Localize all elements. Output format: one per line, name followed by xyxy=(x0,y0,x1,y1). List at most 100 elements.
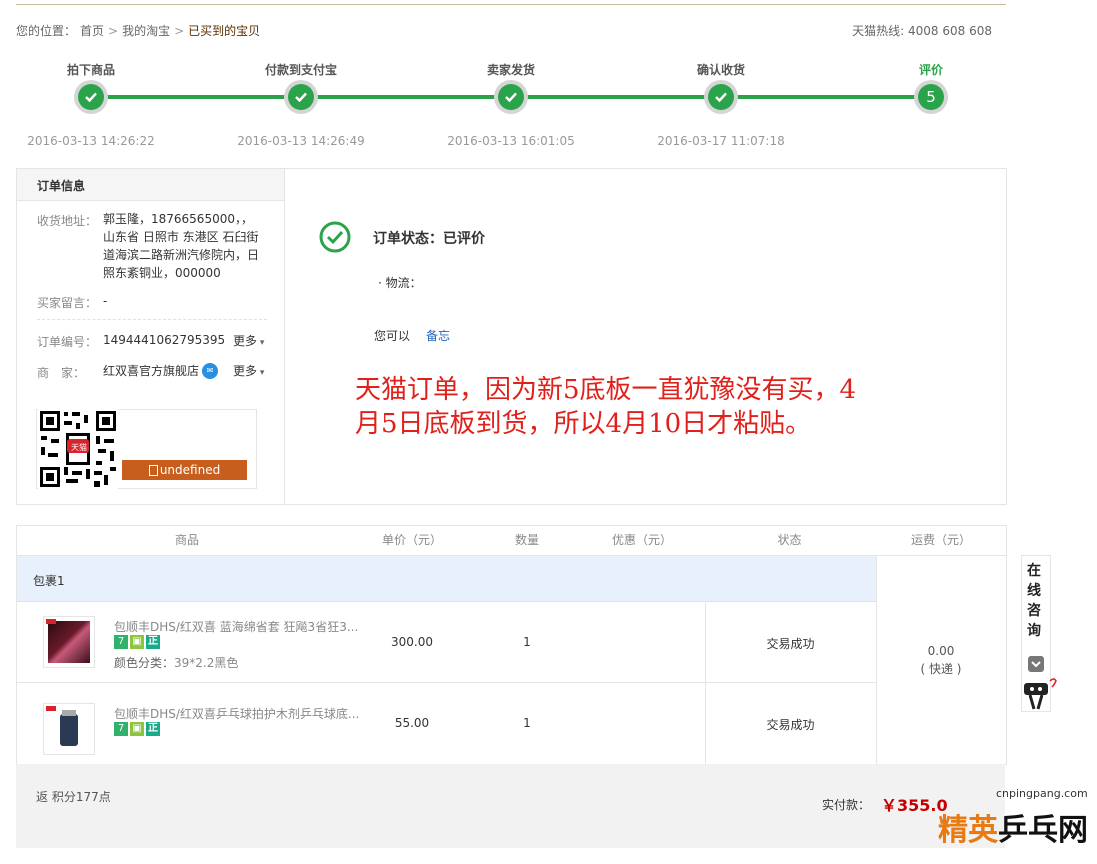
column-header: 数量 xyxy=(514,533,539,547)
qr-action-button[interactable]: undefined xyxy=(122,460,247,480)
wangwang-chat-icon[interactable]: ✉ xyxy=(202,363,218,379)
address-line: 山东省 日照市 东港区 石臼街 xyxy=(103,230,259,244)
trade-status: 交易成功 xyxy=(766,718,815,732)
watermark-brand: 乒乓网 xyxy=(998,813,1088,848)
address-line: 照东紊铜业，000000 xyxy=(103,266,221,280)
buyer-message-label: 买家留言： xyxy=(37,296,98,310)
shipping-amount: 0.00 xyxy=(927,644,955,658)
quantity: 1 xyxy=(523,635,531,649)
order-status: 订单状态：已评价 xyxy=(373,231,485,247)
annotation-line: 月5日底板到货，所以4月10日才粘贴。 xyxy=(355,409,812,439)
breadcrumb-current[interactable]: 已买到的宝贝 xyxy=(188,24,260,38)
genuine-icon[interactable]: 正 xyxy=(146,634,160,649)
memo-link[interactable]: 备忘 xyxy=(426,327,450,344)
step-number: 5 xyxy=(918,84,944,110)
product-thumbnail[interactable] xyxy=(43,703,95,755)
watermark-url: cnpingpang.com xyxy=(996,787,1088,800)
order-footer: 返 积分177点 实付款： ￥355.0 xyxy=(16,764,1005,848)
chevron-down-icon: ▾ xyxy=(257,368,265,378)
product-thumbnail[interactable] xyxy=(43,616,95,668)
top-divider xyxy=(16,4,1006,5)
check-icon xyxy=(715,92,727,103)
order-info-panel: 订单信息 收货地址： 郭玉隆，18766565000，， 山东省 日照市 东港区… xyxy=(16,168,1007,505)
trade-status: 交易成功 xyxy=(766,637,815,651)
step-time: 2016-03-13 14:26:22 xyxy=(27,134,155,148)
consult-label: 在线咨询 xyxy=(1027,563,1041,639)
attribute-value: 39*2.2黑色 xyxy=(174,656,239,670)
order-info-title: 订单信息 xyxy=(37,179,86,193)
column-header: 状态 xyxy=(777,533,802,547)
seven-day-return-icon[interactable]: 7 xyxy=(114,634,128,649)
buyer-message-value: - xyxy=(103,294,108,308)
product-name-link[interactable]: 包顺丰DHS/红双喜乒乓球拍护木剂乒乓球底... xyxy=(114,705,362,722)
step-time: 2016-03-13 16:01:05 xyxy=(447,134,575,148)
breadcrumb-prefix: 您的位置： xyxy=(16,24,77,38)
step-label: 付款到支付宝 xyxy=(264,63,337,77)
guarantee-icon[interactable]: ▣ xyxy=(130,721,144,736)
product-attribute: 颜色分类：39*2.2黑色 xyxy=(114,654,238,671)
column-header: 商品 xyxy=(174,533,199,547)
annotation-line: 天猫订单，因为新5底板一直犹豫没有买，4 xyxy=(355,375,857,405)
order-info-column: 订单信息 收货地址： 郭玉隆，18766565000，， 山东省 日照市 东港区… xyxy=(17,169,285,504)
row-divider xyxy=(17,682,876,683)
step-current-circle: 5 xyxy=(914,80,948,114)
column-header: 单价（元） xyxy=(381,533,442,547)
chevron-down-icon: ▾ xyxy=(257,338,265,348)
seller-name[interactable]: 红双喜官方旗舰店 xyxy=(103,362,199,380)
chevron-down-icon[interactable] xyxy=(1028,656,1044,672)
quantity: 1 xyxy=(523,716,531,730)
qr-tmall-badge: 天猫 xyxy=(71,443,87,452)
step-label: 卖家发货 xyxy=(486,63,535,77)
breadcrumb-home[interactable]: 首页 xyxy=(80,24,104,38)
phone-icon xyxy=(148,465,158,476)
unit-price: 55.00 xyxy=(394,716,430,730)
step-label-active: 评价 xyxy=(918,63,943,77)
breadcrumb: 您的位置： 首页 > 我的淘宝 > 已买到的宝贝 xyxy=(16,22,264,39)
watermark-logo: 精英乒乓网 xyxy=(938,805,1088,849)
logistics-label: · 物流： xyxy=(378,276,422,290)
product-name-link[interactable]: 包顺丰DHS/红双喜 蓝海绵省套 狂飚3省狂3... xyxy=(114,618,362,635)
seller-label: 商 家： xyxy=(37,366,86,380)
step-done-circle xyxy=(284,80,318,114)
genuine-icon[interactable]: 正 xyxy=(146,721,160,736)
address-value: 郭玉隆，18766565000，， 山东省 日照市 东港区 石臼街 道海滨二路新… xyxy=(103,210,273,282)
mascot-icon xyxy=(1024,678,1057,710)
step-done-circle xyxy=(704,80,738,114)
more-label: 更多 xyxy=(233,364,258,378)
order-info-header: 订单信息 xyxy=(17,169,284,201)
points-reward: 返 积分177点 xyxy=(36,790,111,804)
service-badges: 7 ▣ 正 xyxy=(114,721,162,736)
shipping-fee: 0.00 ( 快递 ) xyxy=(876,642,1006,678)
order-number: 1494441062795395 xyxy=(103,333,226,347)
actions-label: 您可以 xyxy=(374,329,411,343)
step-done-circle xyxy=(494,80,528,114)
breadcrumb-separator: > xyxy=(108,24,119,38)
package-label: 包裹1 xyxy=(33,574,65,588)
service-badges: 7 ▣ 正 xyxy=(114,634,162,649)
check-icon xyxy=(505,92,517,103)
column-header: 运费（元） xyxy=(910,533,971,547)
breadcrumb-separator: > xyxy=(174,24,185,38)
more-dropdown[interactable]: 更多 ▾ xyxy=(233,362,264,379)
more-dropdown[interactable]: 更多 ▾ xyxy=(233,332,264,349)
guarantee-icon[interactable]: ▣ xyxy=(130,634,144,649)
breadcrumb-my-taobao[interactable]: 我的淘宝 xyxy=(122,24,170,38)
address-label: 收货地址： xyxy=(37,214,98,228)
status-success-icon xyxy=(319,221,351,253)
check-icon xyxy=(85,92,97,103)
more-label: 更多 xyxy=(233,334,258,348)
check-icon xyxy=(295,92,307,103)
watermark-brand: 精英 xyxy=(938,813,998,848)
divider xyxy=(37,319,267,320)
shipping-type: ( 快递 ) xyxy=(920,662,962,676)
hotline: 天猫热线: 4008 608 608 xyxy=(852,24,992,38)
step-time: 2016-03-13 14:26:49 xyxy=(237,134,365,148)
package-row: 包裹1 xyxy=(17,556,876,602)
attribute-label: 颜色分类： xyxy=(114,656,175,670)
step-label: 拍下商品 xyxy=(66,63,115,77)
goods-table: 商品 单价（元） 数量 优惠（元） 状态 运费（元） 包裹1 包顺丰DHS/红双… xyxy=(16,525,1007,765)
address-line: 郭玉隆，18766565000，， xyxy=(103,212,253,226)
qr-button-label: undefined xyxy=(159,463,221,477)
seven-day-return-icon[interactable]: 7 xyxy=(114,721,128,736)
address-line: 道海滨二路新洲汽修院内，日 xyxy=(103,248,260,262)
